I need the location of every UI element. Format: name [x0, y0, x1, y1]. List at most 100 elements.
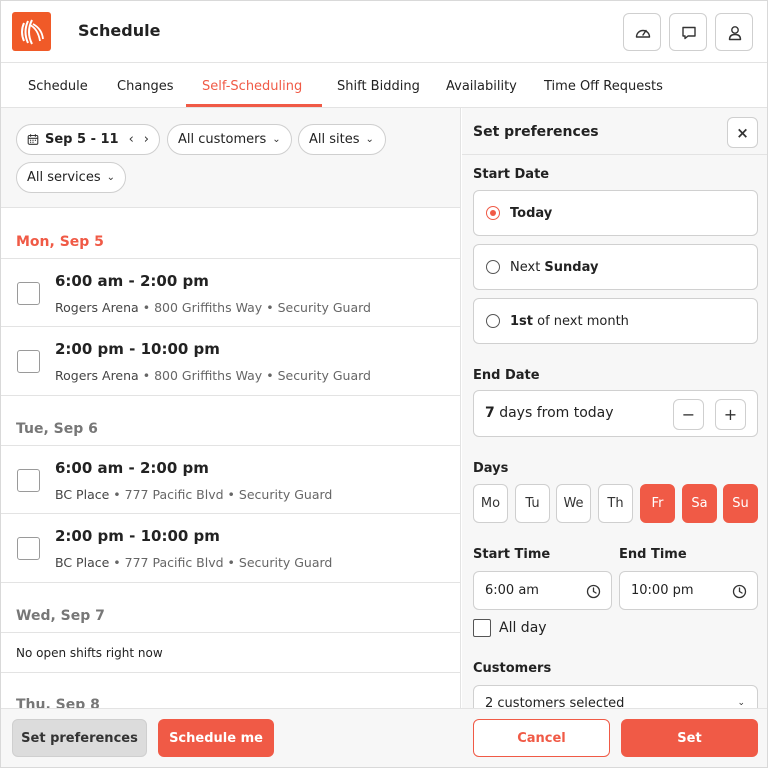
start-time-value: 6:00 am	[485, 583, 539, 598]
date-range-filter[interactable]: Sep 5 - 11 ‹ ›	[16, 124, 160, 155]
decrement-button[interactable]: −	[673, 399, 704, 430]
shift-details: BC Place • 777 Pacific Blvd • Security G…	[55, 487, 332, 502]
end-time-label: End Time	[619, 547, 687, 562]
customers-label: Customers	[473, 661, 552, 676]
divider	[1, 445, 460, 446]
profile-button[interactable]	[715, 13, 753, 51]
plus-icon: +	[723, 405, 738, 424]
divider	[1, 513, 460, 514]
shift-checkbox[interactable]	[17, 537, 40, 560]
divider	[1, 326, 460, 327]
customers-filter-label: All customers	[178, 132, 267, 147]
day-toggle-mo[interactable]: Mo	[473, 484, 508, 523]
shift-time: 2:00 pm - 10:00 pm	[55, 340, 220, 358]
shift-time: 6:00 am - 2:00 pm	[55, 272, 209, 290]
increment-button[interactable]: +	[715, 399, 746, 430]
all-day-label: All day	[499, 620, 547, 636]
divider	[1, 258, 460, 259]
active-tab-indicator	[186, 104, 322, 107]
tab-schedule[interactable]: Schedule	[28, 79, 88, 94]
day-toggle-sa[interactable]: Sa	[682, 484, 717, 523]
tab-time-off-requests[interactable]: Time Off Requests	[544, 79, 663, 94]
sites-filter[interactable]: All sites ⌄	[298, 124, 386, 155]
clock-icon	[586, 584, 601, 599]
logo-waves-icon	[21, 19, 44, 45]
option-label: 1st of next month	[510, 313, 629, 329]
cancel-button[interactable]: Cancel	[473, 719, 610, 757]
divider	[462, 154, 767, 155]
shift-role: Security Guard	[238, 555, 333, 570]
day-toggle-th[interactable]: Th	[598, 484, 633, 523]
separator-dot: •	[142, 368, 151, 383]
shift-checkbox[interactable]	[17, 469, 40, 492]
shift-site: BC Place	[55, 555, 110, 570]
services-filter[interactable]: All services ⌄	[16, 162, 126, 193]
day-toggle-we[interactable]: We	[556, 484, 591, 523]
start-date-option-today[interactable]: Today	[473, 190, 758, 236]
chevron-down-icon: ⌄	[272, 134, 281, 145]
chevron-down-icon: ⌄	[365, 134, 374, 145]
separator-dot: •	[227, 487, 235, 502]
shift-checkbox[interactable]	[17, 282, 40, 305]
prev-week-icon[interactable]: ‹	[129, 132, 134, 147]
close-button[interactable]: ×	[727, 117, 758, 148]
separator-dot: •	[266, 300, 274, 315]
shift-site: Rogers Arena	[55, 300, 139, 315]
date-range-label: Sep 5 - 11	[44, 132, 119, 147]
next-week-icon[interactable]: ›	[144, 132, 149, 147]
tab-self-scheduling[interactable]: Self-Scheduling	[202, 79, 302, 94]
minus-icon: −	[681, 405, 696, 424]
separator-dot: •	[227, 555, 235, 570]
messages-button[interactable]	[669, 13, 707, 51]
shift-checkbox[interactable]	[17, 350, 40, 373]
tab-shift-bidding[interactable]: Shift Bidding	[337, 79, 420, 94]
customers-select[interactable]: 2 customers selected ⌄	[473, 685, 758, 708]
filter-bar: Sep 5 - 11 ‹ › All customers ⌄ All sites…	[1, 108, 460, 208]
days-label: Days	[473, 461, 509, 476]
tab-availability[interactable]: Availability	[446, 79, 517, 94]
separator-dot: •	[266, 368, 274, 383]
shift-site: Rogers Arena	[55, 368, 139, 383]
set-button[interactable]: Set	[621, 719, 758, 757]
set-preferences-button[interactable]: Set preferences	[12, 719, 147, 757]
sites-filter-label: All sites	[309, 132, 360, 147]
start-time-label: Start Time	[473, 547, 551, 562]
shift-details: Rogers Arena • 800 Griffiths Way • Secur…	[55, 300, 371, 315]
customers-filter[interactable]: All customers ⌄	[167, 124, 292, 155]
day-toggle-fr[interactable]: Fr	[640, 484, 675, 523]
day-toggle-su[interactable]: Su	[723, 484, 758, 523]
dashboard-icon	[635, 29, 651, 38]
day-toggle-tu[interactable]: Tu	[515, 484, 550, 523]
end-time-input[interactable]: 10:00 pm	[619, 571, 758, 610]
shift-address: 800 Griffiths Way	[154, 368, 263, 383]
shift-address: 777 Pacific Blvd	[124, 487, 224, 502]
radio-unselected-icon	[486, 314, 500, 328]
start-date-label: Start Date	[473, 167, 550, 182]
page-title: Schedule	[78, 21, 161, 40]
empty-state-text: No open shifts right now	[16, 646, 163, 660]
tab-changes[interactable]: Changes	[117, 79, 174, 94]
shift-role: Security Guard	[277, 368, 371, 383]
all-day-checkbox[interactable]	[473, 619, 491, 637]
open-shifts-panel: Sep 5 - 11 ‹ › All customers ⌄ All sites…	[1, 108, 461, 708]
tab-bar: Schedule Changes Self-Scheduling Shift B…	[1, 63, 767, 108]
start-date-option-next-sunday[interactable]: Next Sunday	[473, 244, 758, 290]
services-filter-label: All services	[27, 170, 101, 185]
shift-time: 2:00 pm - 10:00 pm	[55, 527, 220, 545]
brand-logo[interactable]	[12, 12, 51, 51]
shift-details: BC Place • 777 Pacific Blvd • Security G…	[55, 555, 332, 570]
preferences-panel: Set preferences × Start Date Today Next …	[462, 108, 767, 708]
app-header: Schedule	[1, 1, 767, 63]
start-date-option-first-of-month[interactable]: 1st of next month	[473, 298, 758, 344]
user-icon	[728, 26, 742, 41]
chevron-down-icon: ⌄	[737, 698, 745, 708]
chevron-down-icon: ⌄	[106, 172, 115, 183]
day-heading: Mon, Sep 5	[16, 234, 104, 250]
chat-icon	[682, 26, 696, 40]
day-heading: Wed, Sep 7	[16, 608, 105, 624]
start-time-input[interactable]: 6:00 am	[473, 571, 612, 610]
schedule-me-button[interactable]: Schedule me	[158, 719, 274, 757]
shift-details: Rogers Arena • 800 Griffiths Way • Secur…	[55, 368, 371, 383]
divider	[1, 632, 460, 633]
dashboard-button[interactable]	[623, 13, 661, 51]
